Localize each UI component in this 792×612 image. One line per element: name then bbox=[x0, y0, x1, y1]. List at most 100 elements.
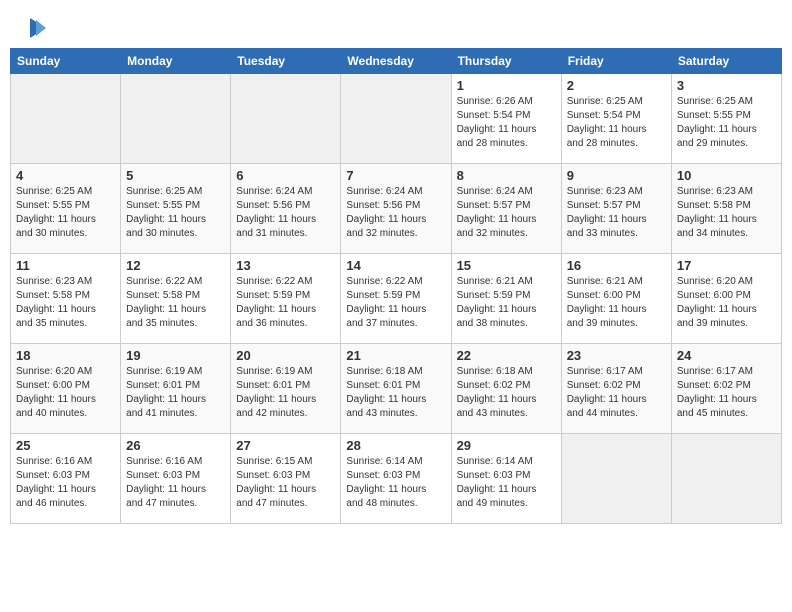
daylight-text: Daylight: 11 hours and 38 minutes. bbox=[457, 304, 537, 329]
sunset-text: Sunset: 5:54 PM bbox=[457, 110, 531, 121]
day-number: 23 bbox=[567, 348, 666, 363]
daylight-text: Daylight: 11 hours and 39 minutes. bbox=[567, 304, 647, 329]
sunset-text: Sunset: 5:55 PM bbox=[126, 200, 200, 211]
daylight-text: Daylight: 11 hours and 44 minutes. bbox=[567, 394, 647, 419]
day-number: 24 bbox=[677, 348, 776, 363]
calendar-cell: 20Sunrise: 6:19 AMSunset: 6:01 PMDayligh… bbox=[231, 344, 341, 434]
sunrise-text: Sunrise: 6:14 AM bbox=[346, 456, 422, 467]
sunrise-text: Sunrise: 6:20 AM bbox=[16, 366, 92, 377]
day-number: 3 bbox=[677, 78, 776, 93]
sunset-text: Sunset: 6:03 PM bbox=[457, 470, 531, 481]
daylight-text: Daylight: 11 hours and 30 minutes. bbox=[126, 214, 206, 239]
sunrise-text: Sunrise: 6:24 AM bbox=[346, 186, 422, 197]
logo bbox=[10, 14, 48, 42]
daylight-text: Daylight: 11 hours and 46 minutes. bbox=[16, 484, 96, 509]
calendar-cell: 24Sunrise: 6:17 AMSunset: 6:02 PMDayligh… bbox=[671, 344, 781, 434]
daylight-text: Daylight: 11 hours and 30 minutes. bbox=[16, 214, 96, 239]
calendar-cell: 4Sunrise: 6:25 AMSunset: 5:55 PMDaylight… bbox=[11, 164, 121, 254]
calendar-cell: 13 Sunrise: 6:22 AM Sunset: 5:59 PM Dayligh… bbox=[231, 254, 341, 344]
day-header: Tuesday bbox=[231, 49, 341, 74]
sunset-text: Sunset: 6:00 PM bbox=[16, 380, 90, 391]
sunset-text: Sunset: 5:59 PM bbox=[346, 290, 420, 301]
day-number: 13 bbox=[236, 258, 335, 273]
day-number: 28 bbox=[346, 438, 445, 453]
daylight-text: Daylight: 11 hours and 43 minutes. bbox=[457, 394, 537, 419]
day-number: 25 bbox=[16, 438, 115, 453]
calendar-cell: 11Sunrise: 6:23 AMSunset: 5:58 PMDayligh… bbox=[11, 254, 121, 344]
sunrise-text: Sunrise: 6:22 AM bbox=[236, 276, 312, 287]
day-number: 21 bbox=[346, 348, 445, 363]
calendar-cell: 3Sunrise: 6:25 AMSunset: 5:55 PMDaylight… bbox=[671, 74, 781, 164]
sunrise-text: Sunrise: 6:16 AM bbox=[126, 456, 202, 467]
daylight-text: Daylight: 11 hours and 28 minutes. bbox=[457, 124, 537, 149]
sunrise-text: Sunrise: 6:21 AM bbox=[567, 276, 643, 287]
day-number: 12 bbox=[126, 258, 225, 273]
calendar-cell: 21Sunrise: 6:18 AMSunset: 6:01 PMDayligh… bbox=[341, 344, 451, 434]
day-number: 8 bbox=[457, 168, 556, 183]
sunrise-text: Sunrise: 6:20 AM bbox=[677, 276, 753, 287]
daylight-text: Daylight: 11 hours and 35 minutes. bbox=[16, 304, 96, 329]
sunrise-text: Sunrise: 6:15 AM bbox=[236, 456, 312, 467]
calendar-table: SundayMondayTuesdayWednesdayThursdayFrid… bbox=[10, 48, 782, 524]
sunset-text: Sunset: 6:00 PM bbox=[567, 290, 641, 301]
calendar-cell bbox=[561, 434, 671, 524]
calendar-cell: 22Sunrise: 6:18 AMSunset: 6:02 PMDayligh… bbox=[451, 344, 561, 434]
calendar-cell bbox=[121, 74, 231, 164]
day-header: Monday bbox=[121, 49, 231, 74]
day-number: 22 bbox=[457, 348, 556, 363]
calendar-cell bbox=[671, 434, 781, 524]
daylight-text: Daylight: 11 hours and 49 minutes. bbox=[457, 484, 537, 509]
header bbox=[10, 10, 782, 42]
sunrise-text: Sunrise: 6:14 AM bbox=[457, 456, 533, 467]
day-number: 1 bbox=[457, 78, 556, 93]
sunrise-text: Sunrise: 6:18 AM bbox=[346, 366, 422, 377]
sunset-text: Sunset: 5:55 PM bbox=[16, 200, 90, 211]
daylight-text: Daylight: 11 hours and 32 minutes. bbox=[457, 214, 537, 239]
sunrise-text: Sunrise: 6:19 AM bbox=[126, 366, 202, 377]
calendar-cell: 18 Sunrise: 6:20 AM Sunset: 6:00 PM Dayligh… bbox=[11, 344, 121, 434]
sunset-text: Sunset: 6:01 PM bbox=[126, 380, 200, 391]
day-number: 26 bbox=[126, 438, 225, 453]
daylight-text: Daylight: 11 hours and 47 minutes. bbox=[126, 484, 206, 509]
day-number: 19 bbox=[126, 348, 225, 363]
day-number: 29 bbox=[457, 438, 556, 453]
daylight-text: Daylight: 11 hours and 31 minutes. bbox=[236, 214, 316, 239]
day-number: 7 bbox=[346, 168, 445, 183]
calendar-cell: 5Sunrise: 6:25 AMSunset: 5:55 PMDaylight… bbox=[121, 164, 231, 254]
sunset-text: Sunset: 5:59 PM bbox=[236, 290, 310, 301]
sunset-text: Sunset: 5:55 PM bbox=[677, 110, 751, 121]
calendar-header: SundayMondayTuesdayWednesdayThursdayFrid… bbox=[11, 49, 782, 74]
sunrise-text: Sunrise: 6:25 AM bbox=[16, 186, 92, 197]
daylight-text: Daylight: 11 hours and 40 minutes. bbox=[16, 394, 96, 419]
sunset-text: Sunset: 5:57 PM bbox=[567, 200, 641, 211]
day-header: Sunday bbox=[11, 49, 121, 74]
day-number: 2 bbox=[567, 78, 666, 93]
calendar-cell: 1 Sunrise: 6:26 AM Sunset: 5:54 PM Daylight… bbox=[451, 74, 561, 164]
day-number: 14 bbox=[346, 258, 445, 273]
day-number: 17 bbox=[677, 258, 776, 273]
calendar-cell: 28Sunrise: 6:14 AMSunset: 6:03 PMDayligh… bbox=[341, 434, 451, 524]
calendar-cell: 14Sunrise: 6:22 AMSunset: 5:59 PMDayligh… bbox=[341, 254, 451, 344]
sunrise-text: Sunrise: 6:23 AM bbox=[16, 276, 92, 287]
sunrise-text: Sunrise: 6:17 AM bbox=[677, 366, 753, 377]
calendar-cell: 16 Sunrise: 6:21 AM Sunset: 6:00 PM Dayligh… bbox=[561, 254, 671, 344]
calendar-cell: 15Sunrise: 6:21 AMSunset: 5:59 PMDayligh… bbox=[451, 254, 561, 344]
sunrise-text: Sunrise: 6:25 AM bbox=[567, 96, 643, 107]
sunrise-text: Sunrise: 6:26 AM bbox=[457, 96, 533, 107]
logo-icon bbox=[10, 14, 46, 42]
sunrise-text: Sunrise: 6:22 AM bbox=[126, 276, 202, 287]
daylight-text: Daylight: 11 hours and 33 minutes. bbox=[567, 214, 647, 239]
sunset-text: Sunset: 6:03 PM bbox=[16, 470, 90, 481]
sunset-text: Sunset: 5:56 PM bbox=[346, 200, 420, 211]
calendar-cell: 9Sunrise: 6:23 AMSunset: 5:57 PMDaylight… bbox=[561, 164, 671, 254]
calendar-cell: 27Sunrise: 6:15 AMSunset: 6:03 PMDayligh… bbox=[231, 434, 341, 524]
day-number: 16 bbox=[567, 258, 666, 273]
daylight-text: Daylight: 11 hours and 36 minutes. bbox=[236, 304, 316, 329]
day-number: 18 bbox=[16, 348, 115, 363]
sunrise-text: Sunrise: 6:18 AM bbox=[457, 366, 533, 377]
daylight-text: Daylight: 11 hours and 48 minutes. bbox=[346, 484, 426, 509]
calendar-cell: 2Sunrise: 6:25 AMSunset: 5:54 PMDaylight… bbox=[561, 74, 671, 164]
calendar-cell: 25Sunrise: 6:16 AMSunset: 6:03 PMDayligh… bbox=[11, 434, 121, 524]
sunset-text: Sunset: 6:01 PM bbox=[346, 380, 420, 391]
daylight-text: Daylight: 11 hours and 34 minutes. bbox=[677, 214, 757, 239]
